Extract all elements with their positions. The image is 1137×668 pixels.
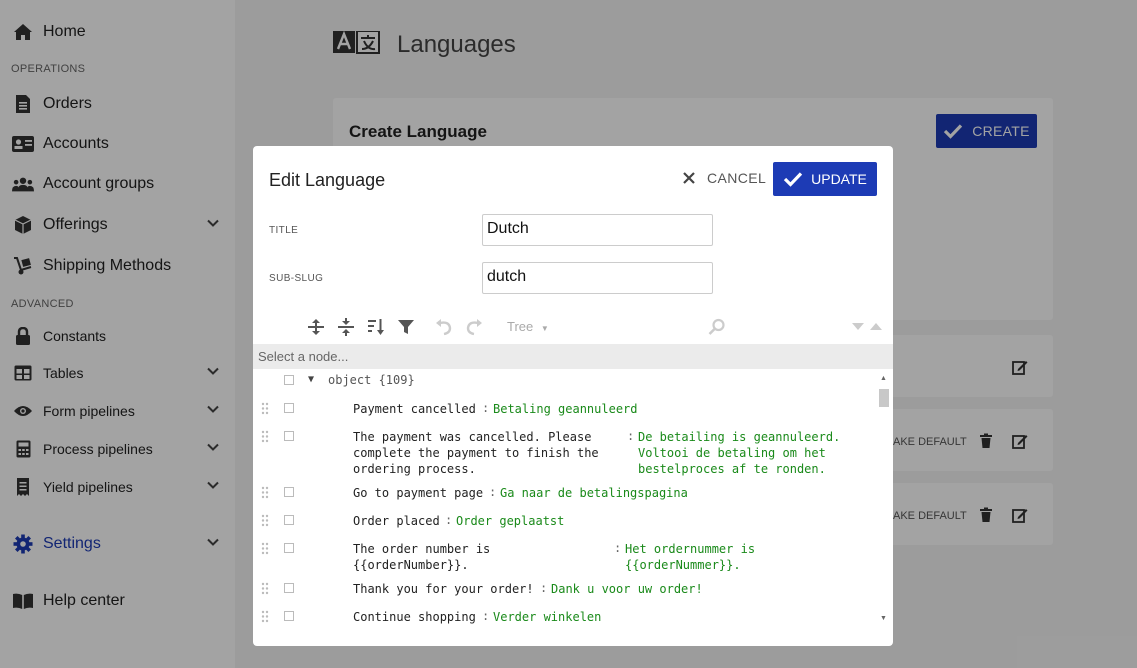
collapse-triangle-icon[interactable]: ▼ xyxy=(308,374,314,385)
subslug-field-label: SUB-SLUG xyxy=(269,273,324,284)
drag-handle-icon[interactable] xyxy=(261,582,269,595)
select-checkbox[interactable] xyxy=(284,375,294,385)
key-value-separator: : xyxy=(627,429,635,443)
drag-handle-icon[interactable] xyxy=(261,542,269,555)
json-key[interactable]: Thank you for your order! xyxy=(353,581,534,597)
expand-all-icon[interactable] xyxy=(307,318,325,336)
tree-root-row[interactable]: ▼ object {109} xyxy=(253,373,875,391)
collapse-all-icon[interactable] xyxy=(337,318,355,336)
cancel-button-label: CANCEL xyxy=(707,170,767,186)
select-checkbox[interactable] xyxy=(284,515,294,525)
drag-handle-icon[interactable] xyxy=(261,402,269,415)
drag-handle-icon[interactable] xyxy=(261,514,269,527)
tree-row[interactable]: Payment cancelled : Betaling geannuleerd xyxy=(253,401,875,417)
key-value-separator: : xyxy=(540,581,548,595)
select-checkbox[interactable] xyxy=(284,611,294,621)
scroll-thumb[interactable] xyxy=(879,389,889,407)
json-value[interactable]: Dank u voor uw order! xyxy=(551,581,703,597)
sort-icon[interactable] xyxy=(367,318,385,336)
json-value[interactable]: Betaling geannuleerd xyxy=(493,401,638,417)
title-field-label: TITLE xyxy=(269,225,299,236)
tree-scrollbar[interactable]: ▲ ▼ xyxy=(875,373,891,629)
json-key[interactable]: Go to payment page xyxy=(353,485,483,501)
key-value-separator: : xyxy=(482,609,490,623)
subslug-input[interactable]: dutch xyxy=(482,262,713,294)
tree-row[interactable]: Order placed : Order geplaatst xyxy=(253,513,875,529)
key-value-separator: : xyxy=(614,541,622,555)
tree-row[interactable]: Go to payment page : Ga naar de betaling… xyxy=(253,485,875,501)
modal-title: Edit Language xyxy=(269,170,386,190)
scroll-down-arrow-icon[interactable]: ▼ xyxy=(880,615,887,622)
key-value-separator: : xyxy=(482,401,490,415)
drag-handle-icon[interactable] xyxy=(261,610,269,623)
drag-handle-icon[interactable] xyxy=(261,430,269,443)
tree-row[interactable]: The payment was cancelled. Please comple… xyxy=(253,429,875,477)
tree-row[interactable]: Thank you for your order! : Dank u voor … xyxy=(253,581,875,597)
tree-row[interactable]: The order number is {{orderNumber}}. : H… xyxy=(253,541,875,573)
search-previous-icon[interactable] xyxy=(869,320,883,332)
filter-icon[interactable] xyxy=(397,318,415,336)
key-value-separator: : xyxy=(489,485,497,499)
title-input[interactable]: Dutch xyxy=(482,214,713,246)
update-button[interactable]: UPDATE xyxy=(773,162,877,196)
key-value-separator: : xyxy=(445,513,453,527)
tree-row[interactable]: Continue shopping : Verder winkelen xyxy=(253,609,875,625)
select-checkbox[interactable] xyxy=(284,543,294,553)
json-key[interactable]: Order placed xyxy=(353,513,440,529)
json-key[interactable]: Payment cancelled xyxy=(353,401,476,417)
node-path-bar: Select a node... xyxy=(253,344,893,369)
cancel-button[interactable]: CANCEL xyxy=(683,170,766,186)
json-tree: ▼ object {109} Payment cancelled : Betal… xyxy=(253,369,893,629)
json-value[interactable]: De betailing is geannuleerd. Voltooi de … xyxy=(638,429,840,477)
json-key[interactable]: The order number is {{orderNumber}}. xyxy=(353,541,490,573)
json-value[interactable]: Order geplaatst xyxy=(456,513,564,529)
drag-handle-icon[interactable] xyxy=(261,486,269,499)
json-value[interactable]: Verder winkelen xyxy=(493,609,601,625)
redo-icon[interactable] xyxy=(465,318,483,336)
root-node-label: object {109} xyxy=(328,373,415,387)
undo-icon[interactable] xyxy=(435,318,453,336)
select-checkbox[interactable] xyxy=(284,583,294,593)
caret-down-icon: ▼ xyxy=(540,324,549,333)
close-icon xyxy=(683,172,695,184)
scroll-up-arrow-icon[interactable]: ▲ xyxy=(880,375,887,382)
editor-mode-label: Tree xyxy=(507,319,534,334)
select-checkbox[interactable] xyxy=(284,487,294,497)
json-key[interactable]: Continue shopping xyxy=(353,609,476,625)
json-value[interactable]: Ga naar de betalingspagina xyxy=(500,485,688,501)
search-next-icon[interactable] xyxy=(851,320,865,332)
update-button-label: UPDATE xyxy=(811,171,867,187)
search-icon[interactable] xyxy=(708,318,726,336)
edit-language-modal: Edit Language CANCEL UPDATE TITLE Dutch … xyxy=(253,146,893,646)
editor-mode-select[interactable]: Tree ▼ xyxy=(507,319,549,334)
select-checkbox[interactable] xyxy=(284,431,294,441)
select-checkbox[interactable] xyxy=(284,403,294,413)
check-icon xyxy=(783,172,803,187)
json-key[interactable]: The payment was cancelled. Please comple… xyxy=(353,429,599,477)
json-value[interactable]: Het ordernummer is {{orderNummer}}. xyxy=(625,541,755,573)
